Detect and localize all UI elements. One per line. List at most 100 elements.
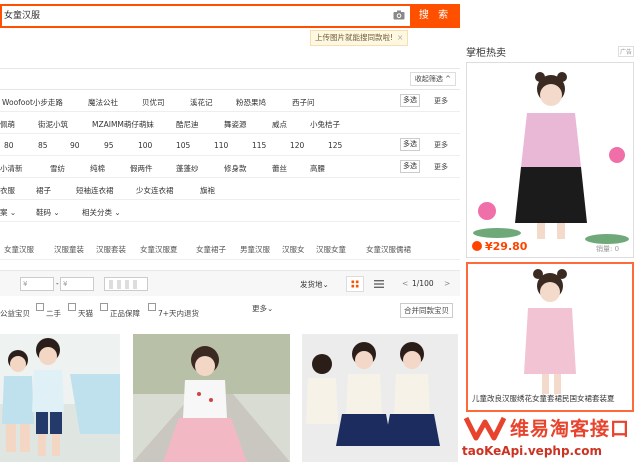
search-tag[interactable]: 女童裙子 [196, 244, 226, 255]
shoe-size-dropdown[interactable]: 鞋码 ⌄ [36, 207, 60, 218]
filter-option[interactable]: 120 [290, 141, 304, 150]
filter-option[interactable]: 舞姿源 [224, 119, 247, 130]
filter-option[interactable]: 修身款 [224, 163, 247, 174]
camera-icon[interactable] [393, 10, 405, 20]
ship-from-dropdown[interactable]: 发货地⌄ [300, 279, 329, 290]
filter-row-material: 小清新 雪纺 纯棉 假两件 蓬蓬纱 修身款 蕾丝 高腰 多选 更多 [0, 156, 460, 178]
filter-option[interactable]: 100 [138, 141, 152, 150]
next-page-button[interactable]: > [444, 279, 450, 288]
multi-select-button[interactable]: 多选 [400, 94, 420, 107]
collapse-filter-button[interactable]: 收起筛选 ^ [409, 72, 456, 86]
page-indicator: 1/100 [412, 279, 434, 288]
search-tag[interactable]: 男童汉服 [240, 244, 270, 255]
filter-option[interactable]: 粉恐果鸠 [236, 97, 266, 108]
multi-select-button[interactable]: 多选 [400, 138, 420, 151]
product-image-2[interactable] [133, 334, 290, 462]
checkbox-second-hand[interactable]: 二手 [36, 303, 61, 318]
checkbox-tmall[interactable]: 天猫 [68, 303, 93, 318]
merge-same-items-button[interactable]: 合并同款宝贝 [400, 303, 453, 318]
brand-logo-icon [464, 416, 506, 441]
filter-option[interactable]: 小兔桔子 [310, 119, 340, 130]
search-tag[interactable]: 汉服女童 [316, 244, 346, 255]
tip-text: 上传图片就能搜同款啦! [315, 33, 394, 42]
filter-option[interactable]: 85 [38, 141, 48, 150]
watermark: 维易淘客接口 taoKeApi.vephp.com [462, 412, 640, 462]
more-button[interactable]: 更多 [434, 140, 448, 150]
filter-option[interactable]: 115 [252, 141, 266, 150]
filter-option[interactable]: 105 [176, 141, 190, 150]
filter-row-size: 80 85 90 95 100 105 110 115 120 125 多选 更… [0, 134, 460, 156]
filter-option[interactable]: 威点 [272, 119, 287, 130]
filter-option[interactable]: 80 [4, 141, 14, 150]
filter-option[interactable]: 酷尼迪 [176, 119, 199, 130]
sidebar-product-2-image[interactable] [468, 264, 632, 410]
filter-option[interactable]: 佩萌 [0, 119, 15, 130]
tip-close-icon[interactable]: × [397, 33, 403, 42]
filter-option[interactable]: 高腰 [310, 163, 325, 174]
multi-select-button[interactable]: 多选 [400, 160, 420, 173]
filter-row-categories: 案 ⌄ 鞋码 ⌄ 相关分类 ⌄ [0, 200, 460, 222]
grid-view-icon[interactable] [346, 276, 364, 292]
sidebar-product-2-title[interactable]: 儿童改良汉服绣花女童套裙民国女裙套装夏 [472, 393, 632, 404]
related-search-tags: 女童汉服 汉服童装 汉服套装 女童汉服夏 女童裙子 男童汉服 汉服女 汉服女童 … [0, 238, 460, 260]
filter-option[interactable]: 旗袍 [200, 185, 215, 196]
sidebar-product-1[interactable] [466, 62, 634, 258]
ad-label: 广告 [618, 46, 635, 57]
filter-option[interactable]: 蓬蓬纱 [176, 163, 199, 174]
product-image-1[interactable] [0, 334, 120, 462]
filter-option[interactable]: 90 [70, 141, 80, 150]
more-button[interactable]: 更多 [434, 96, 448, 106]
sidebar-product-1-image[interactable] [467, 63, 634, 258]
price-max-input[interactable]: ¥ [60, 277, 94, 291]
watermark-brand: 维易淘客接口 [510, 418, 631, 440]
filter-option[interactable]: 蕾丝 [272, 163, 287, 174]
sidebar-title: 掌柜热卖 [466, 48, 506, 59]
search-tag[interactable]: 汉服童装 [54, 244, 84, 255]
filter-header: 收起筛选 ^ [0, 68, 460, 90]
filter-option[interactable]: 110 [214, 141, 228, 150]
price-min-input[interactable]: ¥ [20, 277, 54, 291]
search-bar: 女童汉服 搜 索 [0, 4, 460, 28]
price-range-bar[interactable] [104, 277, 148, 291]
filter-option[interactable]: 街泥小筑 [38, 119, 68, 130]
filter-option[interactable]: 魔法公社 [88, 97, 118, 108]
search-tag[interactable]: 汉服女 [282, 244, 305, 255]
price-tag-icon [472, 241, 482, 251]
list-view-icon[interactable] [370, 276, 388, 292]
filter-option[interactable]: 短袖连衣裙 [76, 185, 114, 196]
filter-option[interactable]: 裙子 [36, 185, 51, 196]
filter-option[interactable]: 少女连衣裙 [136, 185, 174, 196]
service-filter-row: 公益宝贝 二手 天猫 正品保障 7+天内退货 更多⌄ 合并同款宝贝 [0, 298, 460, 320]
filter-option[interactable]: 衣服 [0, 185, 15, 196]
prev-page-button[interactable]: < [402, 279, 408, 288]
search-input[interactable]: 女童汉服 [0, 4, 410, 28]
search-tag[interactable]: 女童汉服儒裙 [366, 244, 411, 255]
filter-option[interactable]: 贝优司 [142, 97, 165, 108]
search-tag[interactable]: 汉服套装 [96, 244, 126, 255]
filter-option[interactable]: 125 [328, 141, 342, 150]
filter-option[interactable]: Woofoot小步走路 [2, 97, 63, 108]
sidebar-product-2[interactable] [466, 262, 634, 412]
filter-option[interactable]: 95 [104, 141, 114, 150]
filter-option[interactable]: 雪纺 [50, 163, 65, 174]
watermark-url: taoKeApi.vephp.com [462, 444, 602, 458]
checkbox-7day-return[interactable]: 7+天内退货 [148, 303, 199, 318]
search-tag[interactable]: 女童汉服 [4, 244, 34, 255]
filter-option[interactable]: 小清新 [0, 163, 23, 174]
search-button[interactable]: 搜 索 [410, 4, 460, 28]
filter-option[interactable]: 西子问 [292, 97, 315, 108]
image-search-tip: 上传图片就能搜同款啦! × [310, 30, 409, 46]
search-tag[interactable]: 女童汉服夏 [140, 244, 178, 255]
product-image-3[interactable] [302, 334, 458, 462]
related-category-dropdown[interactable]: 相关分类 ⌄ [82, 207, 121, 218]
filter-option[interactable]: 假两件 [130, 163, 153, 174]
sort-bar: ¥ - ¥ 发货地⌄ < 1/100 > [0, 270, 460, 296]
filter-row-type: 衣服 裙子 短袖连衣裙 少女连衣裙 旗袍 [0, 178, 460, 200]
category-dropdown[interactable]: 案 ⌄ [0, 207, 16, 218]
filter-option[interactable]: MZAIMM萌仔萌妹 [92, 119, 154, 130]
filter-option[interactable]: 溪花记 [190, 97, 213, 108]
filter-option[interactable]: 纯棉 [90, 163, 105, 174]
more-button[interactable]: 更多 [434, 162, 448, 172]
checkbox-genuine[interactable]: 正品保障 [100, 303, 140, 318]
more-services-dropdown[interactable]: 更多⌄ [252, 303, 273, 314]
